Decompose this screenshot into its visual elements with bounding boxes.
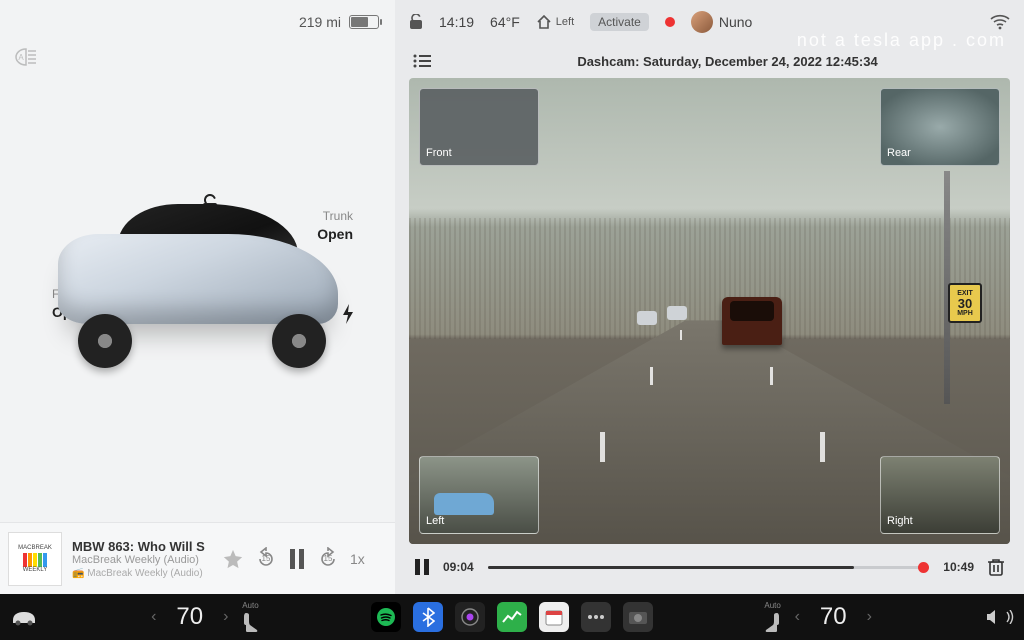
playback-controls: 09:04 10:49: [395, 544, 1024, 594]
media-info[interactable]: MBW 863: Who Will S MacBreak Weekly (Aud…: [72, 539, 212, 579]
media-player: MACBREAK WEEKLY MBW 863: Who Will S MacB…: [0, 522, 395, 594]
skip-forward-button[interactable]: 15: [316, 547, 340, 571]
left-temp[interactable]: 70: [168, 603, 211, 631]
clips-list-button[interactable]: [413, 54, 431, 68]
dashcam-title: Dashcam: Saturday, December 24, 2022 12:…: [449, 54, 1006, 69]
dashcam-video[interactable]: EXIT 30 MPH Front Rear Left Right: [409, 78, 1010, 544]
right-temp-up[interactable]: ›: [861, 608, 878, 626]
track-title: MBW 863: Who Will S: [72, 539, 212, 554]
left-seat-heat[interactable]: Auto: [240, 601, 260, 633]
video-pause-button[interactable]: [415, 559, 429, 575]
road-sign: EXIT 30 MPH: [948, 283, 982, 323]
delete-clip-button[interactable]: [988, 558, 1004, 576]
pause-button[interactable]: [288, 549, 306, 569]
avatar: [691, 11, 713, 33]
clock: 14:19: [439, 14, 474, 30]
app-spotify[interactable]: [371, 602, 401, 632]
dashcam-panel: 14:19 64°F Left Activate Nuno not a tesl…: [395, 0, 1024, 594]
activate-button[interactable]: Activate: [590, 13, 649, 31]
app-dashcam[interactable]: [455, 602, 485, 632]
app-energy[interactable]: [497, 602, 527, 632]
range-value: 219 mi: [299, 14, 341, 30]
camera-front-thumb[interactable]: Front: [419, 88, 539, 166]
wifi-icon[interactable]: [990, 14, 1010, 30]
bottom-dock: ‹ 70 › Auto Auto ‹ 70 ›: [0, 594, 1024, 640]
right-temp[interactable]: 70: [812, 603, 855, 631]
outside-temp[interactable]: 64°F: [490, 14, 520, 30]
lock-status-icon[interactable]: [409, 14, 423, 30]
playback-speed[interactable]: 1x: [350, 551, 365, 567]
app-bluetooth[interactable]: [413, 602, 443, 632]
left-temp-up[interactable]: ›: [217, 608, 234, 626]
vehicle-render: [48, 194, 348, 364]
playback-position: 09:04: [443, 560, 474, 574]
track-source: 📻 MacBreak Weekly (Audio): [72, 568, 212, 579]
app-camera[interactable]: [623, 602, 653, 632]
favorite-button[interactable]: [222, 548, 244, 570]
vehicle-panel: 219 mi A Trunk Open Frunk Open: [0, 0, 395, 594]
left-temp-down[interactable]: ‹: [145, 608, 162, 626]
volume-button[interactable]: [985, 608, 1014, 626]
camera-left-thumb[interactable]: Left: [419, 456, 539, 534]
battery-icon: [349, 15, 379, 29]
profile-button[interactable]: Nuno: [691, 11, 752, 33]
right-temp-down[interactable]: ‹: [789, 608, 806, 626]
right-seat-heat[interactable]: Auto: [763, 601, 783, 633]
app-more[interactable]: [581, 602, 611, 632]
album-art[interactable]: MACBREAK WEEKLY: [8, 532, 62, 586]
homelink-button[interactable]: Left: [536, 15, 574, 29]
track-subtitle: MacBreak Weekly (Audio): [72, 554, 212, 566]
camera-right-thumb[interactable]: Right: [880, 456, 1000, 534]
car-controls-button[interactable]: [10, 608, 38, 626]
timeline-scrubber[interactable]: [488, 566, 930, 569]
playback-duration: 10:49: [943, 560, 974, 574]
recording-indicator-icon[interactable]: [665, 17, 675, 27]
skip-back-button[interactable]: 15: [254, 547, 278, 571]
status-bar: 14:19 64°F Left Activate Nuno: [395, 0, 1024, 44]
camera-rear-thumb[interactable]: Rear: [880, 88, 1000, 166]
app-calendar[interactable]: [539, 602, 569, 632]
